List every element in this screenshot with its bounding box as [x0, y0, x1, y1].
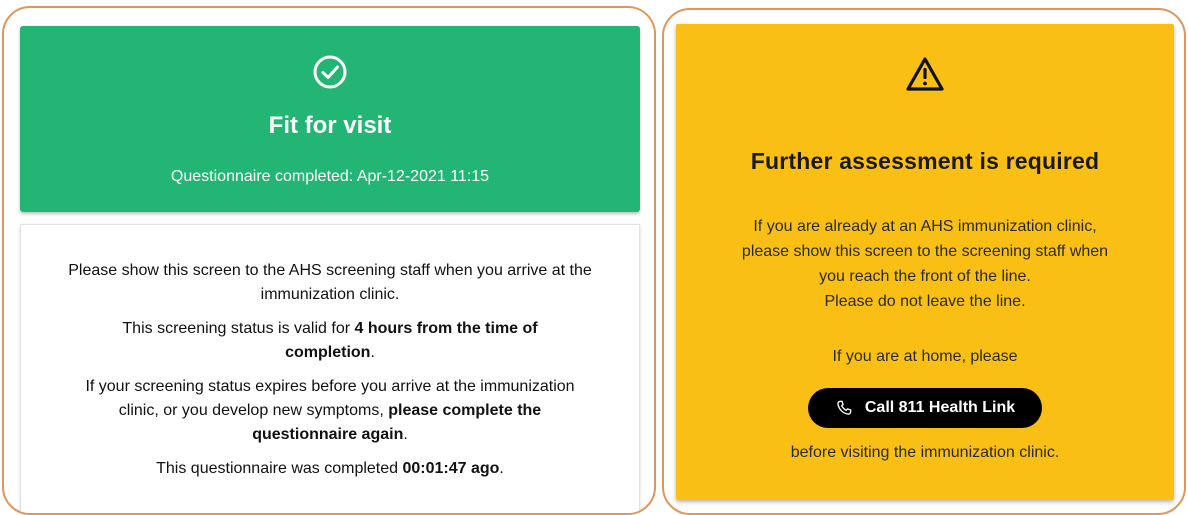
- status-title: Fit for visit: [268, 112, 392, 139]
- warning-triangle-icon: [906, 57, 944, 91]
- before-visiting-text: before visiting the immunization clinic.: [790, 444, 1060, 461]
- assessment-title: Further assessment is required: [750, 148, 1100, 174]
- instruction-validity: This screening status is valid for 4 hou…: [122, 320, 538, 361]
- instructions-card: Please show this screen to the AHS scree…: [20, 224, 640, 513]
- check-circle-icon: [313, 55, 347, 89]
- clinic-instructions: If you are already at an AHS immunizatio…: [741, 218, 1109, 310]
- fit-for-visit-banner: Fit for visit Questionnaire completed: A…: [20, 26, 640, 212]
- right-screenshot-frame: Further assessment is required If you ar…: [662, 8, 1186, 515]
- completed-elapsed: This questionnaire was completed 00:01:4…: [156, 460, 504, 477]
- instruction-expiry: If your screening status expires before …: [85, 378, 575, 443]
- left-screenshot-frame: Fit for visit Questionnaire completed: A…: [2, 6, 656, 515]
- call-811-button[interactable]: Call 811 Health Link: [808, 388, 1042, 428]
- completed-timestamp: Questionnaire completed: Apr-12-2021 11:…: [170, 168, 490, 185]
- call-button-label: Call 811 Health Link: [864, 399, 1016, 416]
- phone-icon: [837, 400, 852, 415]
- home-instruction: If you are at home, please: [832, 348, 1018, 365]
- further-assessment-card: Further assessment is required If you ar…: [676, 24, 1174, 500]
- instruction-show-screen: Please show this screen to the AHS scree…: [68, 262, 592, 303]
